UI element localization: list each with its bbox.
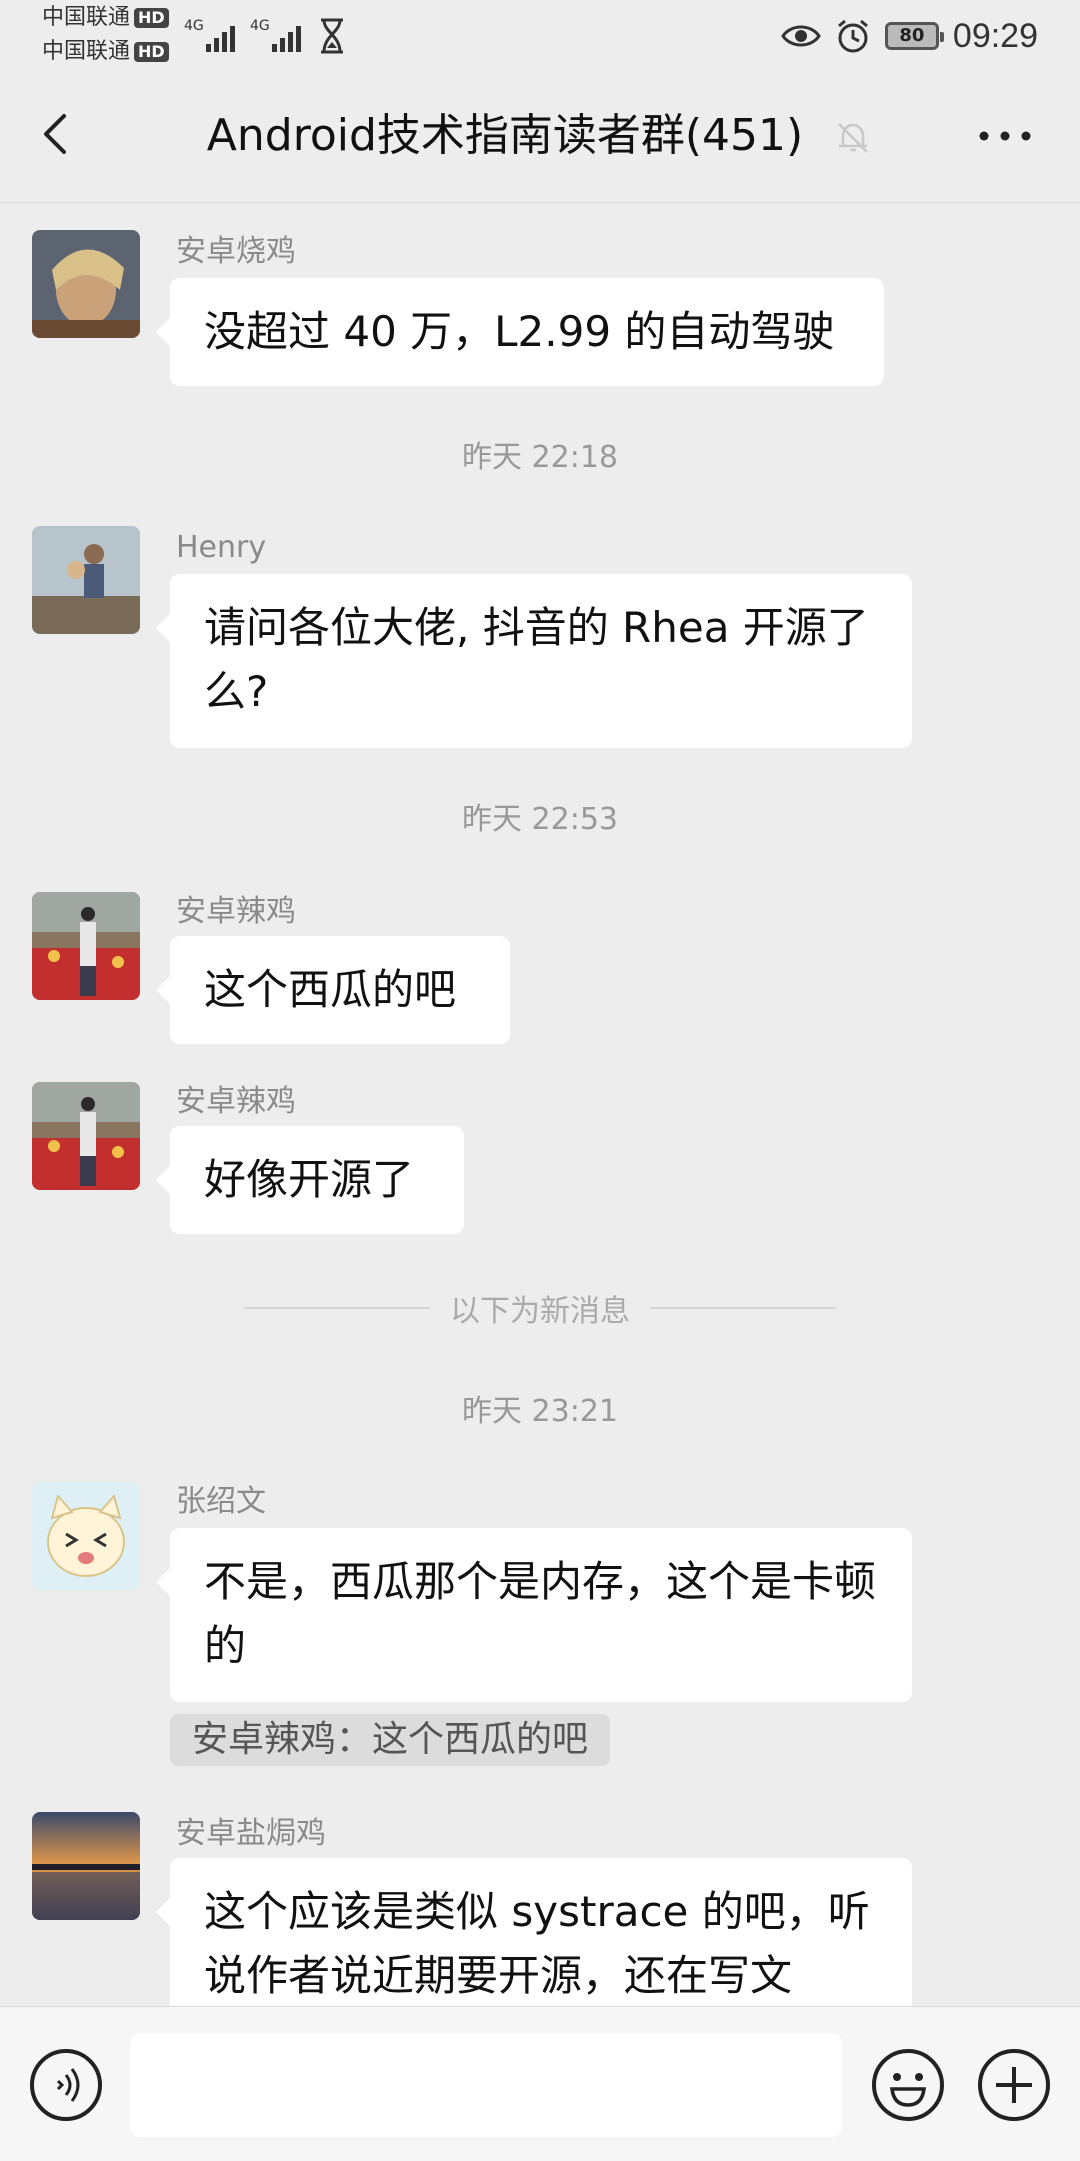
divider-label: 以下为新消息: [450, 1294, 630, 1329]
sender-name: 安卓盐焗鸡: [176, 1816, 326, 1851]
more-icon[interactable]: [970, 112, 1040, 160]
sender-name: 安卓烧鸡: [176, 234, 296, 269]
sender-name: 安卓辣鸡: [176, 894, 296, 929]
message-bubble[interactable]: 请问各位大佬, 抖音的 Rhea 开源了么?: [156, 574, 912, 748]
avatar-image: [32, 230, 140, 338]
carrier-2: 中国联通 HD: [42, 40, 169, 64]
mute-bell-icon: [838, 123, 869, 153]
avatar[interactable]: [32, 230, 140, 338]
avatar-image: [32, 1082, 140, 1190]
hd-badge-2: HD: [134, 42, 169, 62]
quoted-message[interactable]: 安卓辣鸡：这个西瓜的吧: [170, 1714, 611, 1766]
message-bubble[interactable]: 好像开源了: [156, 1126, 464, 1234]
network-type-1: 4G: [184, 18, 204, 34]
alarm-icon: [837, 19, 868, 53]
status-bar: 中国联通 HD 中国联通 HD 4G 4G 80 09:29: [0, 0, 1080, 68]
carrier-1: 中国联通 HD: [42, 6, 169, 30]
message-bubble[interactable]: 没超过 40 万，L2.99 的自动驾驶: [156, 278, 884, 386]
sender-name: 安卓辣鸡: [176, 1084, 296, 1119]
sender-name: Henry: [176, 530, 267, 565]
avatar[interactable]: [32, 1482, 140, 1590]
avatar-image: [32, 1482, 140, 1590]
plus-icon[interactable]: [976, 2047, 1052, 2123]
input-bar: [0, 2006, 1080, 2161]
chat-title-row: Android技术指南读者群(451): [0, 108, 1080, 164]
signal-icon: 4G: [250, 18, 301, 52]
avatar[interactable]: [32, 526, 140, 634]
message-input[interactable]: [130, 2033, 842, 2137]
timestamp: 昨天 22:18: [462, 440, 618, 475]
status-right: 80 09:29: [781, 14, 1038, 58]
hourglass-icon: [321, 18, 343, 54]
signal-icon: 4G: [184, 18, 235, 52]
divider-line: [244, 1307, 430, 1309]
battery-icon: 80: [884, 22, 944, 50]
message-bubble[interactable]: 不是，西瓜那个是内存，这个是卡顿的: [156, 1528, 912, 1702]
avatar[interactable]: [32, 892, 140, 1000]
emoji-icon[interactable]: [870, 2047, 946, 2123]
avatar[interactable]: [32, 1082, 140, 1190]
hd-badge-1: HD: [134, 8, 169, 28]
carrier-1-label: 中国联通: [42, 5, 131, 30]
avatar-image: [32, 526, 140, 634]
avatar[interactable]: [32, 1812, 140, 1920]
carrier-2-label: 中国联通: [42, 39, 131, 64]
chat-title: Android技术指南读者群(451): [206, 110, 804, 161]
chat-header: Android技术指南读者群(451): [0, 68, 1080, 203]
sender-name: 张绍文: [176, 1484, 266, 1519]
avatar-image: [32, 1812, 140, 1920]
message-bubble[interactable]: 这个西瓜的吧: [156, 936, 510, 1044]
avatar-image: [32, 892, 140, 1000]
network-type-2: 4G: [250, 18, 270, 34]
clock: 09:29: [952, 16, 1038, 55]
voice-icon[interactable]: [28, 2047, 104, 2123]
timestamp: 昨天 22:53: [462, 802, 618, 837]
eye-icon: [781, 25, 821, 47]
divider-line: [650, 1307, 836, 1309]
new-messages-divider: 以下为新消息: [244, 1290, 836, 1329]
timestamp: 昨天 23:21: [462, 1394, 618, 1429]
